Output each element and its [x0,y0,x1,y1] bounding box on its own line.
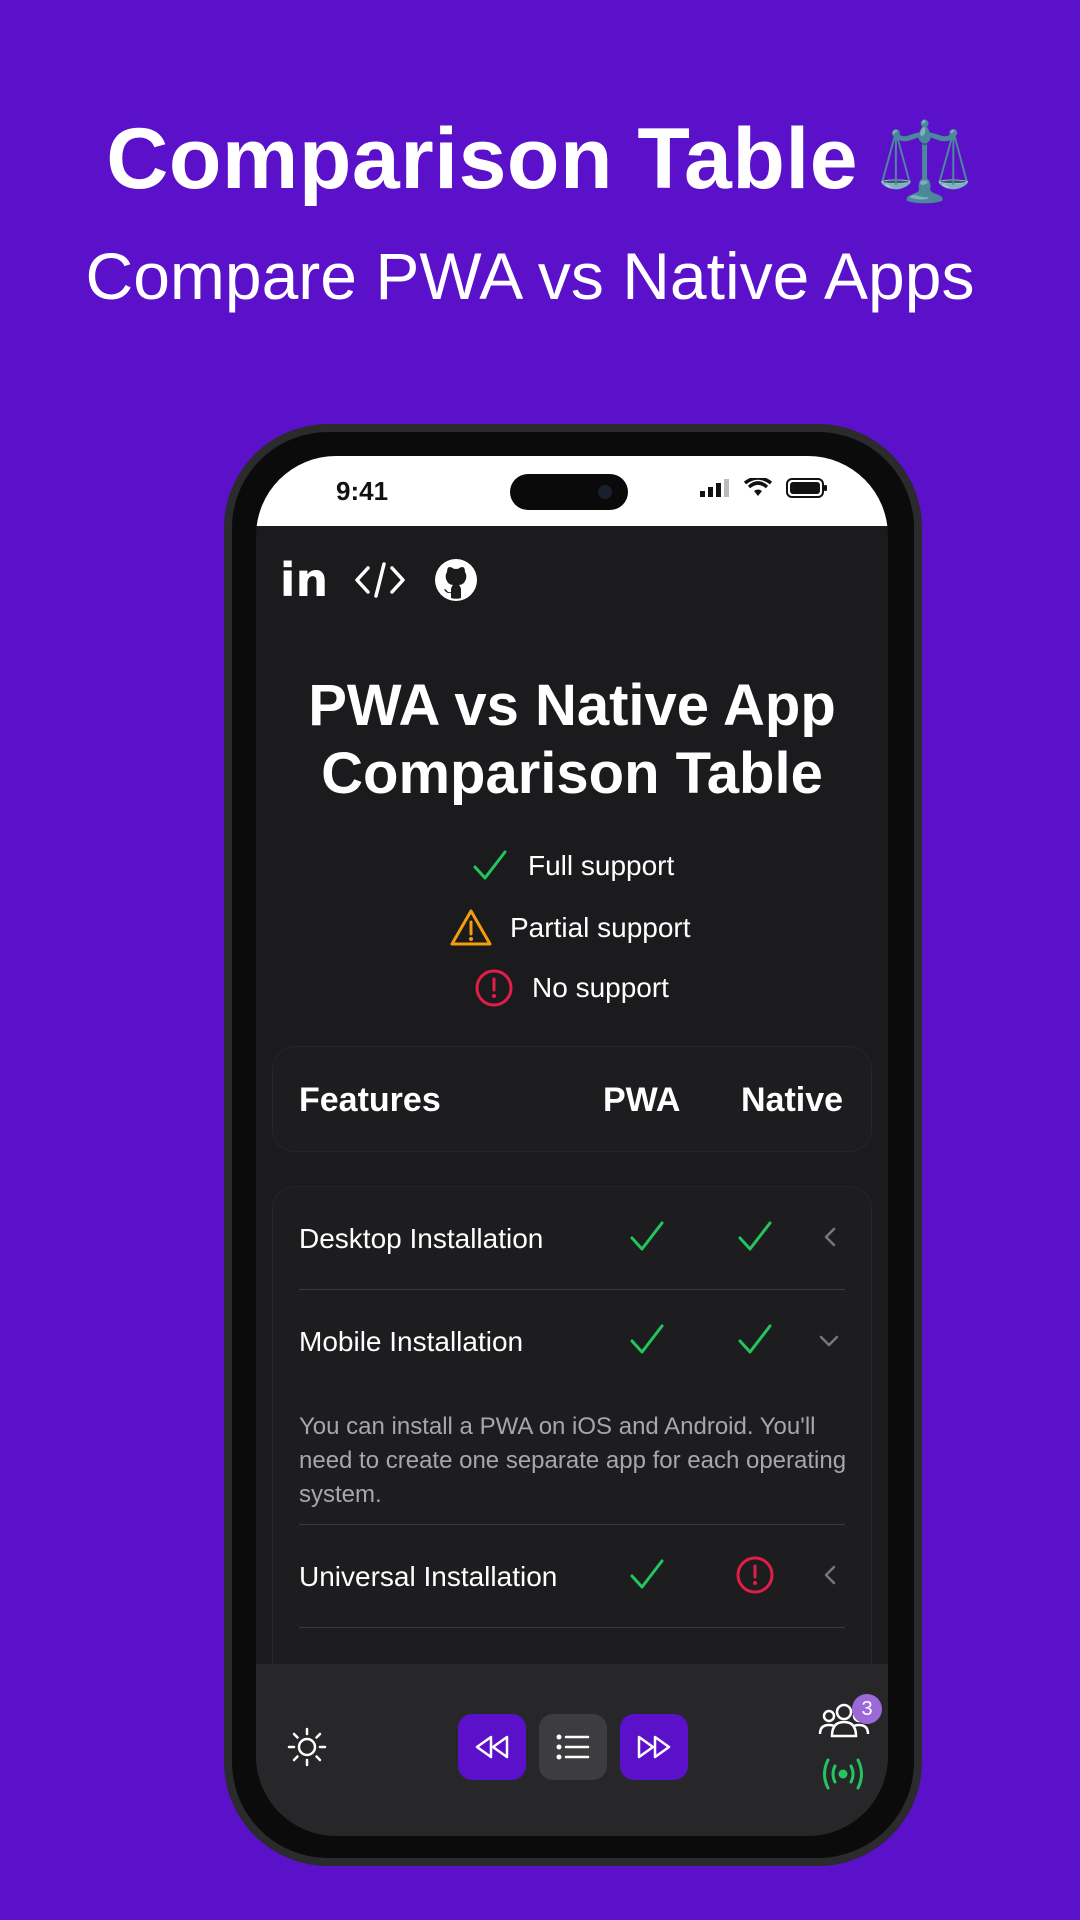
promo-subtitle: Compare PWA vs Native Apps [85,239,975,313]
social-links: in [278,553,482,607]
row-divider [299,1627,845,1628]
alert-circle-icon [475,969,513,1007]
status-bar: 9:41 [256,456,888,526]
users-count-badge: 3 [852,1694,882,1724]
check-icon [738,1221,772,1251]
legend-label: No support [532,972,669,1003]
bottom-bar [256,1664,888,1836]
table-header: Features PWA Native [272,1046,872,1152]
legend-label: Full support [528,850,675,881]
table-row[interactable]: Universal Installation [299,1525,845,1628]
dynamic-island [510,474,628,510]
check-icon [630,1221,664,1251]
header-features: Features [299,1081,441,1119]
check-icon [630,1559,664,1589]
list-button[interactable] [539,1714,607,1780]
table-row[interactable]: Desktop Installation [299,1187,845,1290]
page-title: PWA vs Native App Comparison Table [256,672,888,808]
next-button[interactable] [620,1714,688,1780]
battery-icon [786,478,827,498]
legend-no-support: No support [474,968,669,1008]
page-title-line1: PWA vs Native App [308,673,836,738]
promo-title: Comparison Table ⚖️ [0,110,1080,209]
fast-forward-icon [637,1735,671,1759]
check-icon [473,850,507,880]
feature-label: Desktop Installation [299,1223,544,1254]
legend-label: Partial support [510,912,691,943]
feature-label: Mobile Installation [299,1326,524,1357]
promo-title-text: Comparison Table [106,111,859,207]
chevron-left-icon[interactable] [819,1563,843,1587]
status-time: 9:41 [336,476,389,506]
alert-circle-icon [736,1556,774,1594]
sun-icon[interactable] [286,1726,328,1768]
chevron-left-icon[interactable] [819,1225,843,1249]
broadcast-icon [823,1758,863,1790]
linkedin-icon[interactable]: in [278,553,330,607]
comparison-rows: Desktop Installation Mobile Installation [272,1186,872,1746]
code-icon[interactable] [354,554,406,606]
legend-full-support: Full support [470,846,674,886]
row-description: You can install a PWA on iOS and Android… [299,1413,847,1508]
table-row[interactable]: Mobile Installation You can install a PW… [299,1290,846,1525]
check-icon [738,1324,772,1354]
header-pwa: PWA [603,1081,681,1119]
legend-partial-support: Partial support [450,908,691,948]
wifi-icon [744,478,772,496]
previous-button[interactable] [458,1714,526,1780]
feature-label: Universal Installation [299,1561,558,1592]
chevron-down-icon[interactable] [817,1328,841,1352]
scales-icon: ⚖️ [876,117,974,207]
check-icon [630,1324,664,1354]
page-title-line2: Comparison Table [321,741,823,806]
phone-screen: 9:41 in PWA vs Native App Comparison Tab… [256,456,888,1836]
signal-icon [700,479,729,497]
rewind-icon [475,1735,509,1759]
header-native: Native [741,1081,844,1119]
warning-icon [450,909,492,946]
list-icon [556,1734,590,1760]
status-icons [700,478,828,498]
github-icon[interactable] [430,554,482,606]
